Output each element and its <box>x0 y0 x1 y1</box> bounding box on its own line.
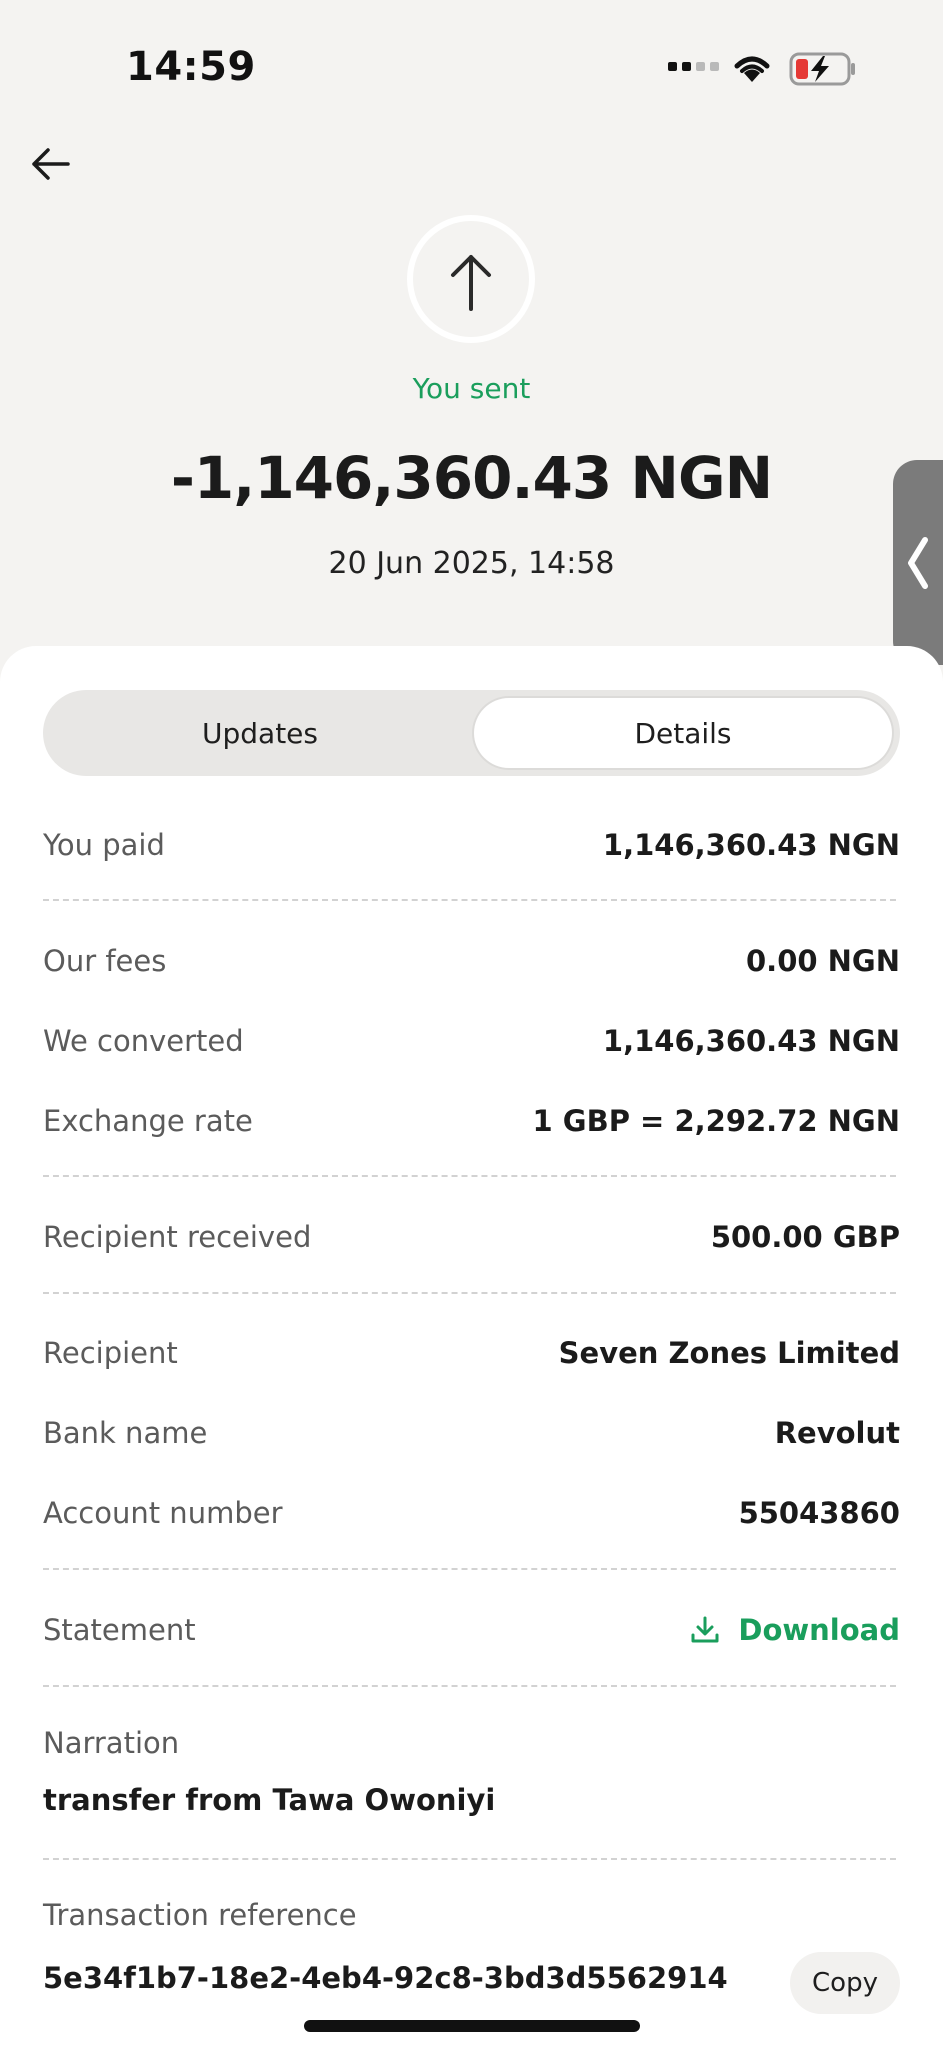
row-we-converted: We converted 1,146,360.43 NGN <box>43 1019 900 1063</box>
bank-name-value: Revolut <box>774 1416 900 1450</box>
we-converted-label: We converted <box>43 1024 244 1058</box>
statement-label: Statement <box>43 1613 196 1647</box>
divider <box>43 1568 896 1570</box>
divider <box>43 899 896 901</box>
our-fees-value: 0.00 NGN <box>746 944 900 978</box>
recipient-received-label: Recipient received <box>43 1220 312 1254</box>
home-indicator <box>304 2020 640 2032</box>
you-paid-label: You paid <box>43 828 165 862</box>
recipient-label: Recipient <box>43 1336 178 1370</box>
tab-details[interactable]: Details <box>474 698 892 768</box>
account-number-label: Account number <box>43 1496 283 1530</box>
status-bar: 14:59 <box>0 0 943 140</box>
download-icon <box>691 1616 719 1643</box>
recipient-value: Seven Zones Limited <box>558 1336 900 1370</box>
transaction-amount: -1,146,360.43 NGN <box>170 444 773 512</box>
you-paid-value: 1,146,360.43 NGN <box>602 828 900 862</box>
row-our-fees: Our fees 0.00 NGN <box>43 939 900 983</box>
copy-reference-button[interactable]: Copy <box>790 1952 900 2014</box>
row-statement: Statement Download <box>43 1608 900 1652</box>
transaction-reference-label: Transaction reference <box>43 1898 357 1932</box>
transaction-date: 20 Jun 2025, 14:58 <box>328 546 615 581</box>
bank-name-label: Bank name <box>43 1416 208 1450</box>
tab-updates[interactable]: Updates <box>51 698 469 768</box>
download-label: Download <box>738 1613 900 1647</box>
row-account-number: Account number 55043860 <box>43 1491 900 1535</box>
row-recipient-received: Recipient received 500.00 GBP <box>43 1215 900 1259</box>
arrow-left-icon <box>32 148 70 180</box>
status-time: 14:59 <box>126 44 256 90</box>
divider <box>43 1858 896 1860</box>
row-you-paid: You paid 1,146,360.43 NGN <box>43 823 900 867</box>
row-recipient: Recipient Seven Zones Limited <box>43 1331 900 1375</box>
divider <box>43 1175 896 1177</box>
row-bank-name: Bank name Revolut <box>43 1411 900 1455</box>
arrow-up-icon <box>451 255 491 311</box>
narration-value: transfer from Tawa Owoniyi <box>43 1783 496 1817</box>
exchange-rate-value: 1 GBP = 2,292.72 NGN <box>532 1104 900 1138</box>
back-button[interactable] <box>28 142 76 186</box>
wifi-icon <box>730 52 774 88</box>
battery-charging-icon <box>789 52 857 90</box>
transaction-type-label: You sent <box>412 372 531 405</box>
sent-status-icon <box>407 215 535 343</box>
divider <box>43 1685 896 1687</box>
cellular-signal-icon <box>668 62 719 71</box>
account-number-value: 55043860 <box>738 1496 900 1530</box>
side-panel-handle[interactable] <box>893 460 943 665</box>
exchange-rate-label: Exchange rate <box>43 1104 253 1138</box>
row-exchange-rate: Exchange rate 1 GBP = 2,292.72 NGN <box>43 1099 900 1143</box>
recipient-received-value: 500.00 GBP <box>710 1220 900 1254</box>
download-statement-button[interactable]: Download <box>690 1613 900 1647</box>
narration-label: Narration <box>43 1726 180 1760</box>
tab-switcher: Updates Details <box>43 690 900 776</box>
divider <box>43 1292 896 1294</box>
our-fees-label: Our fees <box>43 944 167 978</box>
we-converted-value: 1,146,360.43 NGN <box>602 1024 900 1058</box>
chevron-left-icon <box>908 537 928 589</box>
transaction-reference-value: 5e34f1b7-18e2-4eb4-92c8-3bd3d5562914 <box>43 1961 728 1995</box>
